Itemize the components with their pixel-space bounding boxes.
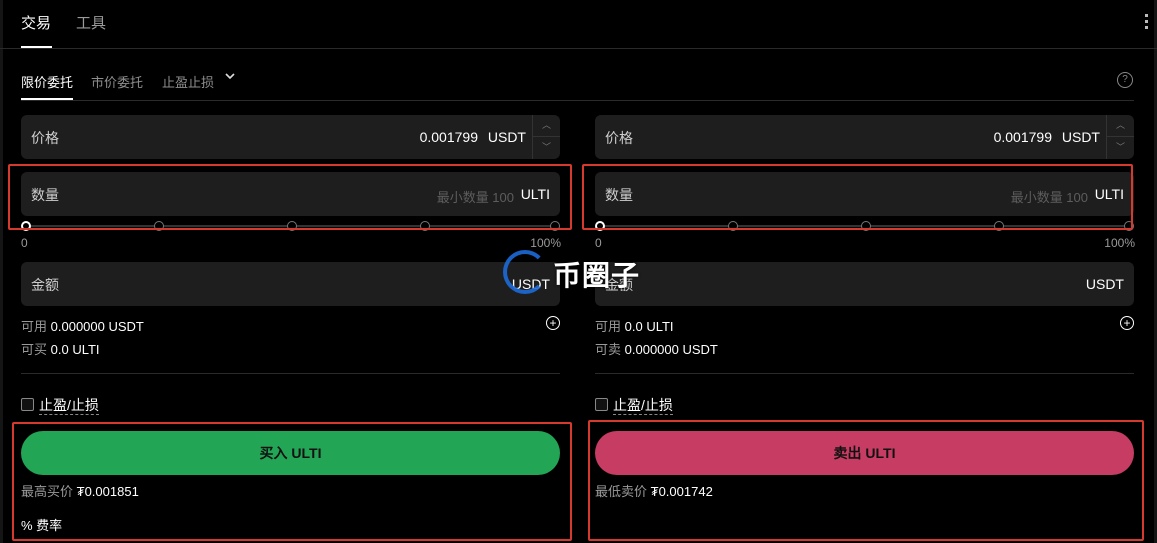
available-value: 0.0 ULTI — [624, 319, 674, 334]
highlight-box-sell-action — [588, 420, 1144, 541]
available-label: 可用 — [595, 319, 622, 334]
price-value: 0.001799 — [993, 129, 1052, 145]
add-funds-icon[interactable]: + — [1120, 316, 1134, 330]
amount-unit: USDT — [1085, 276, 1124, 292]
highlight-box-buy-action — [12, 422, 572, 541]
can-sell: 可卖 0.000000 USDT — [595, 339, 718, 358]
checkbox-icon[interactable] — [595, 398, 608, 411]
decrement-icon[interactable]: ﹀ — [533, 137, 560, 158]
can-buy: 可买 0.0 ULTI — [21, 339, 100, 358]
available-value: 0.000000 USDT — [50, 319, 144, 334]
slider-max-label: 100% — [530, 236, 561, 250]
available-balance: 可用 0.0 ULTI — [595, 316, 674, 335]
watermark-text: 币圈子 — [553, 260, 641, 291]
price-unit: USDT — [487, 129, 526, 145]
slider-max-label: 100% — [1104, 236, 1135, 250]
tpsl-label: 止盈/止损 — [613, 397, 673, 415]
sell-amount-input[interactable]: 金额 USDT — [595, 262, 1134, 306]
amount-label: 金额 — [31, 277, 59, 293]
available-balance: 可用 0.000000 USDT — [21, 316, 144, 335]
more-menu-icon[interactable] — [1145, 14, 1149, 32]
available-label: 可用 — [21, 319, 48, 334]
buy-amount-input[interactable]: 金额 USDT — [21, 262, 560, 306]
increment-icon[interactable]: ︿ — [533, 115, 560, 137]
tpsl-checkbox[interactable]: 止盈/止损 — [595, 395, 673, 415]
sell-price-input[interactable]: 价格 0.001799 USDT ︿ ﹀ — [595, 115, 1134, 159]
tpsl-label: 止盈/止损 — [39, 397, 99, 415]
buy-price-input[interactable]: 价格 0.001799 USDT ︿ ﹀ — [21, 115, 560, 159]
watermark-logo: 币圈子 — [503, 250, 653, 300]
can-buy-label: 可买 — [21, 342, 48, 357]
divider — [595, 373, 1134, 374]
highlight-box-sell-quantity — [582, 164, 1133, 230]
decrement-icon[interactable]: ﹀ — [1107, 137, 1134, 158]
watermark-ring-icon — [503, 250, 547, 294]
price-label: 价格 — [605, 130, 633, 146]
divider — [21, 373, 560, 374]
price-unit: USDT — [1061, 129, 1100, 145]
slider-min-label: 0 — [595, 236, 602, 250]
highlight-box-buy-quantity — [8, 164, 572, 230]
can-sell-label: 可卖 — [595, 342, 622, 357]
can-buy-value: 0.0 ULTI — [50, 342, 100, 357]
price-stepper: ︿ ﹀ — [1106, 115, 1134, 159]
left-edge — [0, 0, 3, 543]
checkbox-icon[interactable] — [21, 398, 34, 411]
increment-icon[interactable]: ︿ — [1107, 115, 1134, 137]
price-stepper: ︿ ﹀ — [532, 115, 560, 159]
price-label: 价格 — [31, 130, 59, 146]
slider-min-label: 0 — [21, 236, 28, 250]
tpsl-checkbox[interactable]: 止盈/止损 — [21, 395, 99, 415]
add-funds-icon[interactable]: + — [546, 316, 560, 330]
can-sell-value: 0.000000 USDT — [624, 342, 718, 357]
price-value: 0.001799 — [419, 129, 478, 145]
